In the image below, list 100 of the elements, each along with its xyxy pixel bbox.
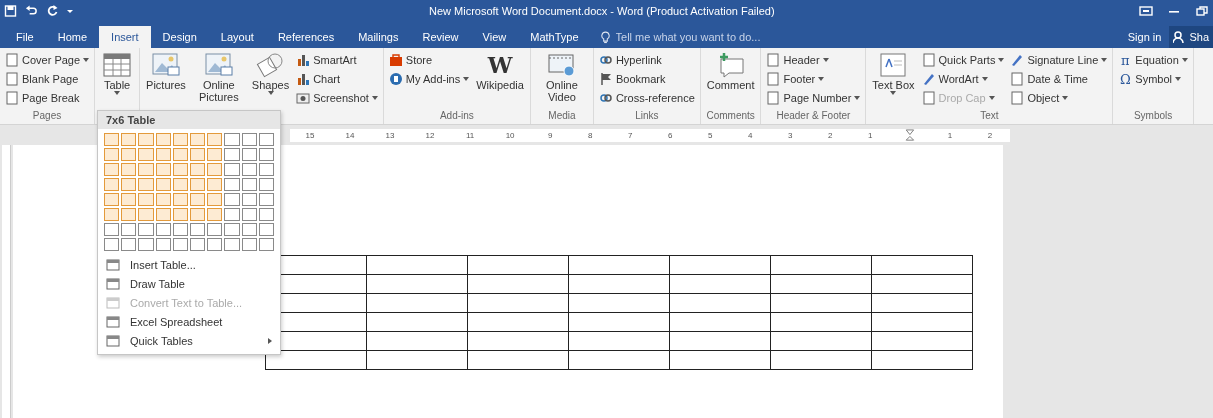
grid-cell[interactable] [155, 148, 171, 161]
ribbon-tab[interactable]: View [470, 26, 519, 48]
grid-cell[interactable] [138, 208, 154, 221]
grid-cell[interactable] [207, 178, 223, 191]
ribbon-tab[interactable]: File [4, 26, 46, 48]
ribbon-tab[interactable]: Design [150, 26, 209, 48]
ribbon-button[interactable]: Pictures [143, 51, 189, 110]
grid-cell[interactable] [241, 148, 257, 161]
ribbon-button[interactable]: Online Pictures [190, 51, 247, 110]
grid-cell[interactable] [190, 178, 206, 191]
grid-cell[interactable] [172, 208, 188, 221]
ribbon-button[interactable]: Bookmark [596, 70, 697, 88]
undo-icon[interactable] [25, 5, 38, 17]
grid-cell[interactable] [104, 238, 120, 251]
grid-cell[interactable] [138, 163, 154, 176]
grid-cell[interactable] [258, 163, 275, 176]
grid-cell[interactable] [207, 193, 223, 206]
grid-cell[interactable] [224, 223, 240, 236]
ribbon-button[interactable]: WordArt [919, 70, 1007, 88]
tell-me-field[interactable]: Tell me what you want to do... [613, 30, 798, 44]
ribbon-button[interactable]: Header [764, 51, 863, 69]
grid-cell[interactable] [224, 238, 240, 251]
save-icon[interactable] [4, 5, 17, 17]
sign-in-link[interactable]: Sign in [1119, 26, 1170, 48]
ribbon-tab[interactable]: Insert [99, 26, 151, 48]
ribbon-tab[interactable]: Layout [208, 26, 266, 48]
grid-cell[interactable] [138, 238, 154, 251]
grid-cell[interactable] [190, 148, 206, 161]
ribbon-tab[interactable]: Mailings [346, 26, 411, 48]
ribbon-button[interactable]: Store [386, 51, 472, 69]
grid-cell[interactable] [224, 148, 240, 161]
ribbon-button[interactable]: Date & Time [1008, 70, 1110, 88]
grid-cell[interactable] [155, 178, 171, 191]
grid-cell[interactable] [241, 133, 257, 146]
grid-cell[interactable] [104, 223, 120, 236]
grid-cell[interactable] [121, 223, 137, 236]
grid-cell[interactable] [224, 208, 240, 221]
ribbon-button[interactable]: Ω Symbol [1116, 70, 1190, 88]
grid-cell[interactable] [258, 208, 275, 221]
grid-cell[interactable] [258, 148, 275, 161]
grid-cell[interactable] [104, 148, 120, 161]
grid-cell[interactable] [155, 223, 171, 236]
grid-cell[interactable] [207, 208, 223, 221]
grid-cell[interactable] [104, 208, 120, 221]
grid-cell[interactable] [121, 208, 137, 221]
ribbon-button[interactable]: Comment [703, 51, 758, 110]
grid-cell[interactable] [207, 223, 223, 236]
ribbon-button[interactable]: Object [1008, 89, 1110, 107]
grid-cell[interactable] [172, 178, 188, 191]
grid-cell[interactable] [172, 163, 188, 176]
ribbon-button[interactable]: Page Number [764, 89, 863, 107]
menu-item[interactable]: Draw Table [98, 274, 280, 293]
grid-cell[interactable] [207, 148, 223, 161]
grid-cell[interactable] [241, 178, 257, 191]
grid-cell[interactable] [224, 133, 240, 146]
grid-cell[interactable] [155, 193, 171, 206]
grid-cell[interactable] [224, 163, 240, 176]
ribbon-button[interactable]: π Equation [1116, 51, 1190, 69]
grid-cell[interactable] [172, 148, 188, 161]
grid-cell[interactable] [172, 223, 188, 236]
ribbon-button[interactable]: Blank Page [3, 70, 92, 88]
grid-cell[interactable] [190, 208, 206, 221]
grid-cell[interactable] [138, 133, 154, 146]
grid-cell[interactable] [258, 238, 275, 251]
grid-cell[interactable] [104, 133, 120, 146]
grid-cell[interactable] [190, 238, 206, 251]
ribbon-button[interactable]: Cover Page [3, 51, 92, 69]
grid-cell[interactable] [121, 133, 137, 146]
grid-cell[interactable] [155, 238, 171, 251]
menu-item[interactable]: Insert Table... [98, 255, 280, 274]
ribbon-tab[interactable]: MathType [518, 26, 591, 48]
grid-cell[interactable] [138, 178, 154, 191]
grid-cell[interactable] [104, 178, 120, 191]
ribbon-display-icon[interactable] [1139, 6, 1153, 16]
ribbon-button[interactable]: SmartArt [294, 51, 380, 69]
share-button[interactable]: Sha [1169, 26, 1213, 48]
ribbon-button[interactable]: Text Box [869, 51, 918, 110]
ribbon-button[interactable]: Cross-reference [596, 89, 697, 107]
grid-cell[interactable] [190, 133, 206, 146]
grid-cell[interactable] [190, 193, 206, 206]
grid-cell[interactable] [121, 238, 137, 251]
grid-cell[interactable] [258, 223, 275, 236]
ribbon-button[interactable]: W Wikipedia [473, 51, 527, 110]
redo-icon[interactable] [46, 5, 59, 17]
indent-marker-icon[interactable] [905, 128, 916, 142]
grid-cell[interactable] [224, 178, 240, 191]
grid-cell[interactable] [104, 163, 120, 176]
ribbon-button[interactable]: Screenshot [294, 89, 380, 107]
grid-cell[interactable] [121, 178, 137, 191]
ribbon-button[interactable]: Footer [764, 70, 863, 88]
grid-cell[interactable] [121, 148, 137, 161]
grid-cell[interactable] [207, 133, 223, 146]
ribbon-button[interactable]: Page Break [3, 89, 92, 107]
grid-cell[interactable] [241, 208, 257, 221]
grid-cell[interactable] [241, 223, 257, 236]
grid-cell[interactable] [172, 133, 188, 146]
grid-cell[interactable] [190, 223, 206, 236]
ribbon-button[interactable]: Hyperlink [596, 51, 697, 69]
grid-cell[interactable] [258, 178, 275, 191]
ribbon-tab[interactable]: References [265, 26, 347, 48]
